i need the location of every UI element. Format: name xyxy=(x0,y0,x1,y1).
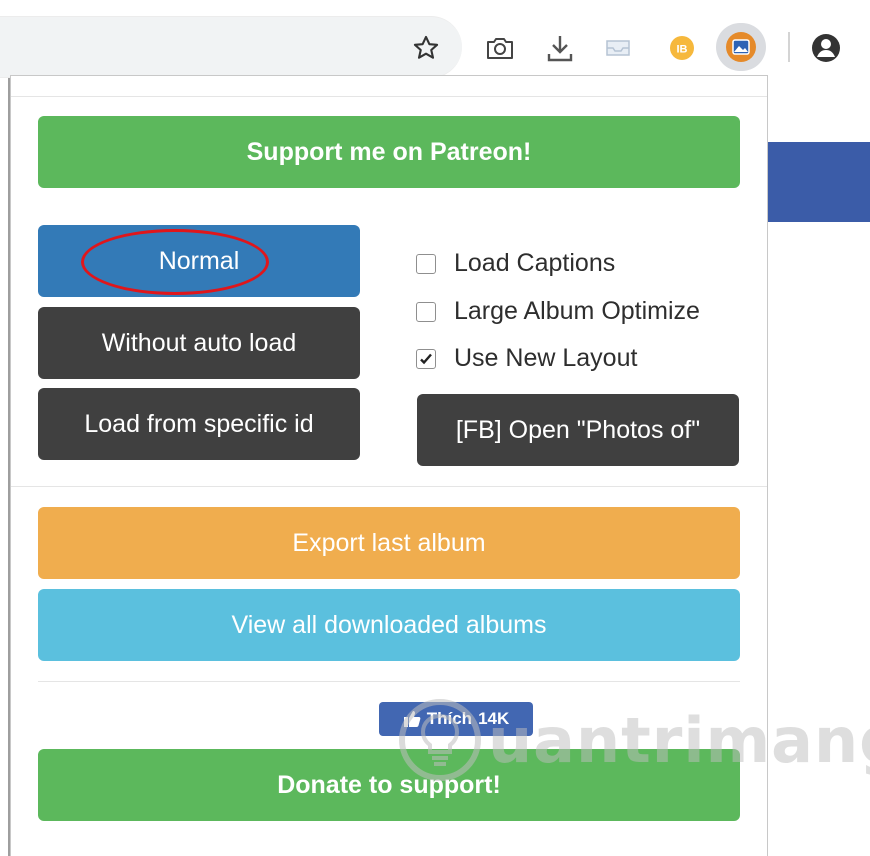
large-album-optimize-checkbox[interactable] xyxy=(416,301,436,322)
toolbar-separator xyxy=(788,32,790,62)
ib-extension-icon[interactable]: IB xyxy=(662,28,702,68)
export-last-album-button[interactable]: Export last album xyxy=(38,507,740,579)
use-new-layout-label: Use New Layout xyxy=(454,344,638,372)
address-bar[interactable] xyxy=(0,16,462,78)
annotation-ellipse xyxy=(81,229,269,295)
divider xyxy=(11,486,767,487)
divider xyxy=(11,96,767,97)
inbox-icon[interactable] xyxy=(598,28,638,68)
download-icon[interactable] xyxy=(540,28,580,68)
account-icon[interactable] xyxy=(806,28,846,68)
option-large-album-optimize[interactable]: Large Album Optimize xyxy=(416,297,700,326)
fb-open-photos-of-button[interactable]: [FB] Open "Photos of" xyxy=(417,394,739,466)
watermark: uantrimang xyxy=(398,695,870,785)
photo-extension-icon[interactable] xyxy=(721,27,761,67)
watermark-bulb-icon xyxy=(399,699,481,781)
load-from-specific-id-button[interactable]: Load from specific id xyxy=(38,388,360,460)
screenshot: IB Support me on Patreon! Normal Without… xyxy=(0,0,870,856)
option-load-captions[interactable]: Load Captions xyxy=(416,249,615,278)
view-all-downloaded-albums-button[interactable]: View all downloaded albums xyxy=(38,589,740,661)
camera-icon[interactable] xyxy=(480,28,520,68)
svg-text:IB: IB xyxy=(677,44,688,56)
page-header-strip xyxy=(768,142,870,222)
patreon-button[interactable]: Support me on Patreon! xyxy=(38,116,740,188)
star-icon[interactable] xyxy=(406,28,446,68)
load-captions-label: Load Captions xyxy=(454,249,616,277)
load-captions-checkbox[interactable] xyxy=(416,253,436,274)
divider xyxy=(38,681,740,682)
without-auto-load-button[interactable]: Without auto load xyxy=(38,307,360,379)
watermark-text: uantrimang xyxy=(488,703,870,777)
option-use-new-layout[interactable]: Use New Layout xyxy=(416,344,637,373)
use-new-layout-checkbox[interactable] xyxy=(416,348,436,369)
large-album-optimize-label: Large Album Optimize xyxy=(454,297,700,325)
checkmark-icon xyxy=(420,353,432,364)
